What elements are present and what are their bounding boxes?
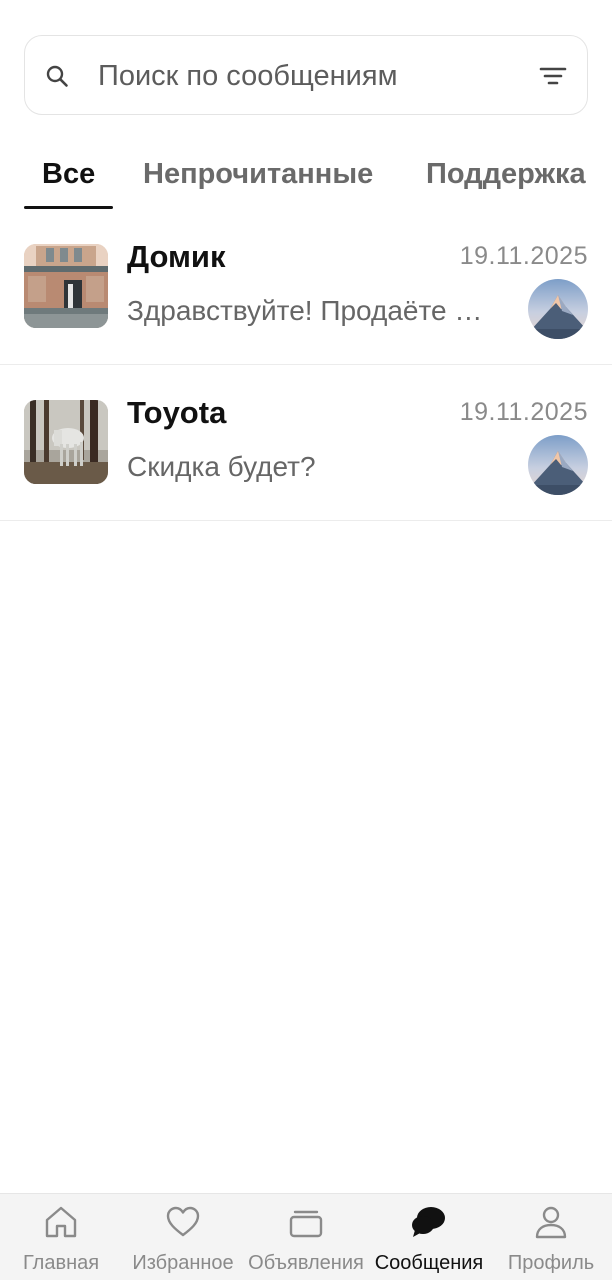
home-icon [45,1206,77,1238]
listings-icon [289,1210,323,1238]
chat-date: 19.11.2025 [459,242,588,270]
nav-label: Избранное [132,1252,234,1274]
horse-photo-thumbnail [24,400,108,484]
mountain-avatar [528,279,588,339]
tab-all[interactable]: Все [42,158,95,191]
mountain-avatar [528,435,588,495]
chat-title: Toyota [127,395,227,430]
nav-profile[interactable]: Профиль [490,1194,612,1280]
nav-label: Главная [22,1252,100,1274]
nav-label: Сообщения [374,1252,484,1274]
bottom-navigation: Главная Избранное Объявления Сообщения П… [0,1193,612,1280]
chat-date: 19.11.2025 [459,398,588,426]
nav-messages[interactable]: Сообщения [368,1194,490,1280]
house-photo-thumbnail [24,244,108,328]
nav-label: Объявления [248,1252,364,1274]
chat-preview: Скидка будет? [127,451,316,482]
chat-preview: Здравствуйте! Продаёте … [127,295,483,326]
search-icon [46,65,68,87]
tab-support[interactable]: Поддержка [426,158,586,191]
tab-bar: Все Непрочитанные Поддержка [0,140,612,210]
nav-label: Профиль [507,1252,595,1274]
nav-listings[interactable]: Объявления [244,1194,368,1280]
chat-title: Домик [127,239,226,274]
tab-unread[interactable]: Непрочитанные [143,158,373,191]
search-bar[interactable] [24,35,588,115]
filter-icon[interactable] [539,64,567,88]
nav-home[interactable]: Главная [0,1194,122,1280]
profile-icon [535,1206,567,1239]
chat-list-item[interactable]: Домик 19.11.2025 Здравствуйте! Продаёте … [0,209,612,365]
heart-icon [166,1206,200,1237]
chat-icon [412,1207,445,1237]
chat-list-item[interactable]: Toyota 19.11.2025 Скидка будет? [0,365,612,521]
nav-favorites[interactable]: Избранное [122,1194,244,1280]
search-input[interactable] [98,54,518,98]
messages-screen: Все Непрочитанные Поддержка [0,0,612,1280]
